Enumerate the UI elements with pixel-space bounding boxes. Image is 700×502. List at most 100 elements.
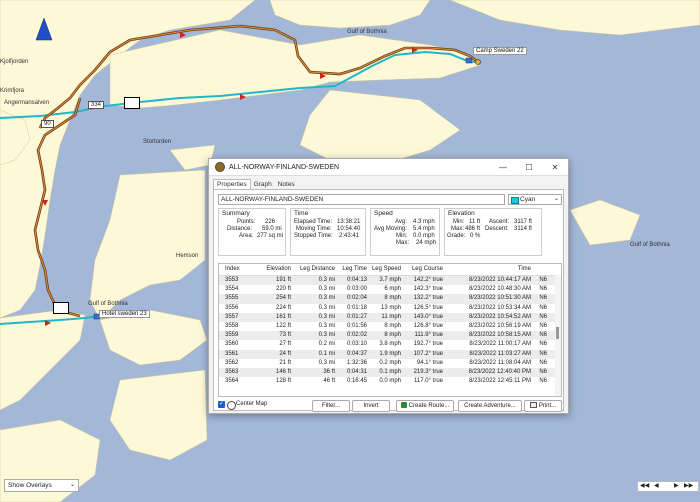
max-speed-value: 24 mph bbox=[416, 240, 437, 246]
table-row[interactable]: 3563 146 ft 36 ft 0:04:31 0.1 mph 219.3° true… bbox=[219, 367, 561, 378]
stopped-value: 2:43:41 bbox=[339, 233, 360, 239]
cell-elevation: 73 ft bbox=[279, 332, 291, 339]
color-select[interactable]: Cyan ⌄ bbox=[508, 194, 562, 205]
cell-elevation: 220 ft bbox=[275, 286, 291, 293]
table-row[interactable]: 3553 191 ft 0.3 mi 0:04:13 3.7 mph 142.2° tru… bbox=[219, 276, 561, 286]
cell-position: N6 bbox=[539, 378, 547, 385]
create-adventure-button[interactable]: Create Adventure... bbox=[458, 400, 522, 412]
table-row[interactable]: 3556 224 ft 0.3 mi 0:01:18 13 mph 126.5° true… bbox=[219, 304, 561, 313]
speed-title: Speed bbox=[374, 210, 393, 217]
cell-position: N6 bbox=[539, 341, 547, 348]
cell-time: 8/23/2022 10:56:19 AM bbox=[468, 322, 531, 329]
avg-label: Avg: bbox=[395, 219, 407, 225]
cell-leg-speed: 3.7 mph bbox=[379, 277, 401, 283]
cell-leg-time: 0:03:00 bbox=[346, 286, 367, 293]
cell-elevation: 254 ft bbox=[275, 295, 291, 302]
cell-position: N6 bbox=[539, 313, 547, 320]
col-position[interactable] bbox=[531, 264, 549, 275]
route-icon bbox=[400, 402, 407, 409]
cell-index: 3562 bbox=[225, 359, 239, 366]
cell-position: N6 bbox=[539, 368, 547, 375]
table-row[interactable]: 3562 21 ft 0.3 mi 1:32:36 0.2 mph 94.1° true 8… bbox=[219, 359, 561, 368]
cell-leg-distance: 0.3 mi bbox=[318, 322, 335, 329]
print-label: Print... bbox=[538, 403, 557, 409]
map-selection-marker[interactable] bbox=[124, 97, 140, 109]
stats-section: Summary Points: 226 Distance: 59.0 mi Ar… bbox=[218, 208, 560, 256]
dialog-titlebar[interactable]: ALL-NORWAY-FINLAND-SWEDEN — ☐ ✕ bbox=[209, 159, 568, 176]
table-row[interactable]: 3555 254 ft 0.3 mi 0:02:04 8 mph 132.2° true 8… bbox=[219, 294, 561, 304]
maximize-icon[interactable]: ☐ bbox=[516, 163, 542, 172]
cell-leg-time: 0:01:18 bbox=[346, 304, 367, 311]
col-index[interactable]: Index bbox=[219, 264, 253, 275]
dialog-footer: ✓ Center Map Filter... Invert Create Rou… bbox=[218, 400, 562, 412]
summary-title: Summary bbox=[222, 210, 250, 217]
col-time[interactable]: Time bbox=[443, 264, 531, 275]
cell-elevation: 161 ft bbox=[275, 313, 291, 320]
cell-index: 3559 bbox=[225, 332, 239, 339]
cell-leg-speed: 1.9 mph bbox=[379, 350, 401, 357]
nav-prev-icon[interactable]: ◀ bbox=[654, 482, 659, 491]
map-page-navigator[interactable]: ◀◀ ◀ ▶ ▶▶ bbox=[637, 481, 699, 492]
nav-last-icon[interactable]: ▶▶ bbox=[684, 482, 693, 491]
area-value: 277 sq mi bbox=[257, 233, 284, 239]
cell-leg-time: 0:02:02 bbox=[346, 332, 367, 339]
printer-icon bbox=[529, 402, 537, 409]
waypoint-label-camp[interactable]: Camp Sweden 22 bbox=[473, 47, 527, 55]
cell-leg-distance: 0.2 mi bbox=[318, 341, 335, 348]
chevron-down-icon: ⌄ bbox=[69, 482, 75, 488]
moving-label: Moving Time: bbox=[296, 226, 332, 232]
min-elev-label: Min: bbox=[453, 219, 465, 225]
table-row[interactable]: 3560 27 ft 0.2 mi 0:03:10 3.8 mph 192.7° true… bbox=[219, 340, 561, 349]
map-selection-marker[interactable] bbox=[53, 302, 69, 314]
cell-leg-time: 0:04:13 bbox=[346, 277, 367, 283]
distance-value: 59.0 mi bbox=[262, 226, 282, 232]
chevron-down-icon: ⌄ bbox=[553, 196, 559, 202]
avg-moving-label: Avg Moving: bbox=[374, 226, 407, 232]
cell-index: 3555 bbox=[225, 295, 239, 302]
center-map-checkbox[interactable]: ✓ bbox=[218, 401, 225, 408]
create-route-button[interactable]: Create Route... bbox=[396, 400, 454, 412]
cell-leg-course: 94.1° true bbox=[416, 359, 443, 366]
table-row[interactable]: 3564 128 ft 46 ft 0:16:45 0.0 mph 117.0° true… bbox=[219, 377, 561, 386]
table-row[interactable]: 3561 24 ft 0.1 mi 0:04:37 1.9 mph 107.2° true… bbox=[219, 349, 561, 359]
cell-position: N6 bbox=[539, 304, 547, 311]
filter-button[interactable]: Filter... bbox=[312, 400, 350, 412]
nav-first-icon[interactable]: ◀◀ bbox=[640, 482, 649, 491]
col-leg-speed[interactable]: Leg Speed bbox=[367, 264, 401, 275]
table-row[interactable]: 3554 220 ft 0.3 mi 0:03:00 6 mph 142.3° true 8… bbox=[219, 285, 561, 294]
trackpoint-table[interactable]: Index Elevation Leg Distance Leg Time Le… bbox=[218, 263, 562, 397]
col-elevation[interactable]: Elevation bbox=[253, 264, 291, 275]
invert-button[interactable]: Invert bbox=[352, 400, 390, 412]
minimize-icon[interactable]: — bbox=[490, 163, 516, 172]
cell-index: 3561 bbox=[225, 350, 239, 357]
track-name-input[interactable]: ALL-NORWAY-FINLAND-SWEDEN bbox=[218, 194, 505, 205]
route-shield-90: 90 bbox=[41, 120, 54, 128]
cell-elevation: 27 ft bbox=[279, 341, 291, 348]
app-icon bbox=[215, 162, 225, 172]
cell-leg-course: 192.7° true bbox=[413, 341, 443, 348]
table-row[interactable]: 3558 122 ft 0.3 mi 0:01:56 8 mph 126.8° true 8… bbox=[219, 322, 561, 331]
col-leg-distance[interactable]: Leg Distance bbox=[291, 264, 335, 275]
col-leg-course[interactable]: Leg Course bbox=[401, 264, 443, 275]
cell-time: 8/23/2022 10:51:30 AM bbox=[468, 295, 531, 302]
max-elev-label: Max: bbox=[451, 226, 465, 232]
waypoint-label-hotel[interactable]: Hotel sweden 23 bbox=[99, 310, 150, 318]
cell-index: 3563 bbox=[225, 368, 239, 375]
table-row[interactable]: 3559 73 ft 0.3 mi 0:02:02 8 mph 111.9° true 8/… bbox=[219, 331, 561, 341]
track-properties-dialog: ALL-NORWAY-FINLAND-SWEDEN — ☐ ✕ Properti… bbox=[208, 158, 569, 414]
cell-time: 8/23/2022 10:54:52 AM bbox=[468, 313, 531, 320]
nav-next-icon[interactable]: ▶ bbox=[674, 482, 679, 491]
cell-elevation: 24 ft bbox=[279, 350, 291, 357]
scrollbar-thumb[interactable] bbox=[556, 327, 559, 339]
col-leg-time[interactable]: Leg Time bbox=[335, 264, 367, 275]
cell-time: 8/23/2022 11:03:27 AM bbox=[469, 350, 531, 357]
table-row[interactable]: 3557 161 ft 0.3 mi 0:01:27 11 mph 143.0° true… bbox=[219, 312, 561, 322]
print-button[interactable]: Print... bbox=[524, 400, 562, 412]
cell-leg-distance: 0.3 mi bbox=[318, 332, 335, 339]
close-icon[interactable]: ✕ bbox=[542, 163, 568, 172]
cell-index: 3556 bbox=[225, 304, 239, 311]
overlays-select[interactable]: Show Overlays ⌄ bbox=[4, 479, 79, 492]
table-scrollbar[interactable] bbox=[555, 275, 561, 396]
table-header: Index Elevation Leg Distance Leg Time Le… bbox=[219, 264, 561, 276]
ascent-value: 3117 ft bbox=[514, 219, 532, 225]
